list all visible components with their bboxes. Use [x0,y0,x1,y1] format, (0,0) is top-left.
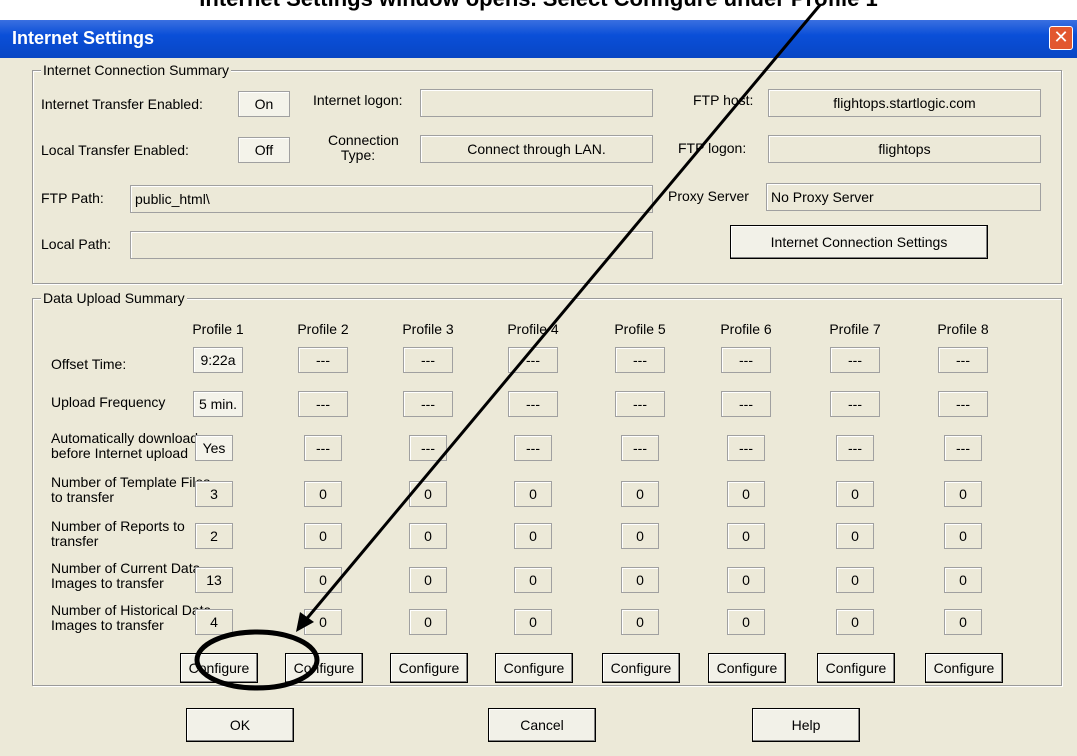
annotation-arrow [302,4,822,623]
highlight-circle [194,629,320,691]
annotation-overlay [194,4,822,691]
